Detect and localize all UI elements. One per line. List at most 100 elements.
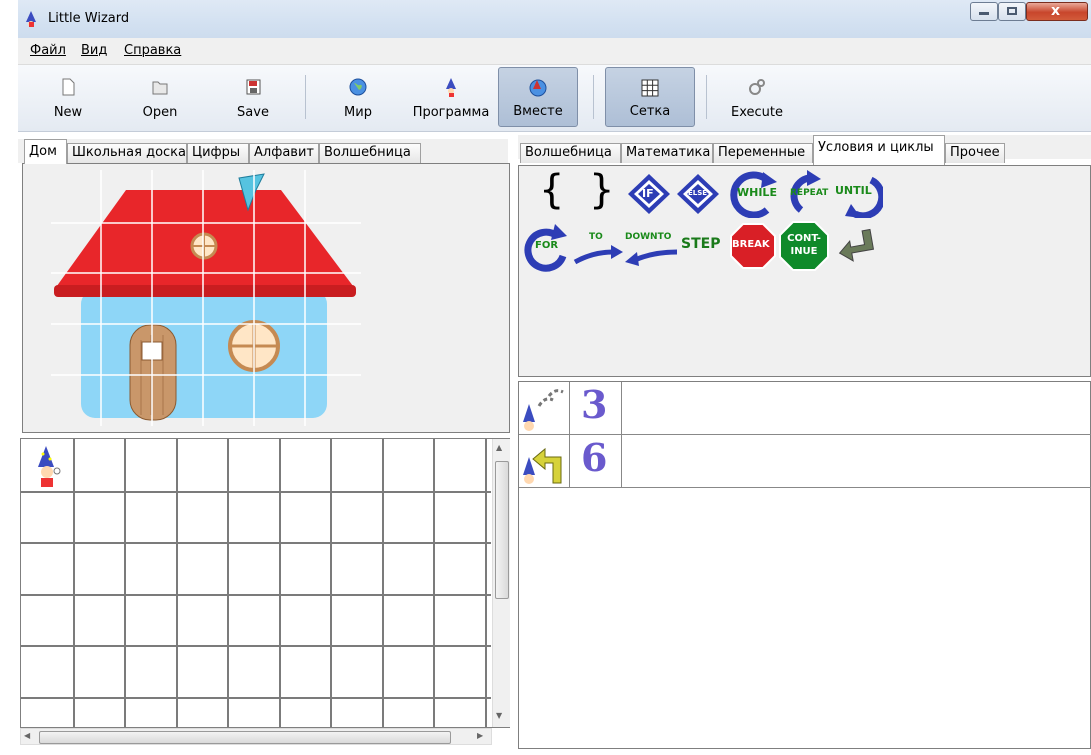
tab-sorceress-blocks[interactable]: Волшебница — [520, 143, 621, 163]
program-button[interactable]: Программа — [408, 67, 494, 127]
scroll-right-icon[interactable]: ▶ — [477, 731, 483, 740]
block-palette: { } IF ELSE WHILE REPEAT UNTIL FOR TO DO… — [518, 165, 1091, 377]
repeat-label: REPEAT — [790, 188, 829, 198]
execute-button[interactable]: Execute — [718, 67, 796, 127]
to-arrow-icon — [573, 245, 623, 265]
house-door — [129, 324, 177, 421]
grid-line-vertical — [73, 439, 75, 727]
grid-line-horizontal — [21, 645, 491, 647]
close-brace-block[interactable]: } — [589, 168, 614, 212]
return-block[interactable] — [837, 228, 877, 268]
scroll-left-icon[interactable]: ◀ — [24, 731, 30, 740]
save-label: Save — [237, 105, 269, 120]
grid-line-vertical — [227, 439, 229, 727]
while-block[interactable]: WHILE — [727, 170, 779, 219]
downto-arrow-icon — [625, 249, 678, 266]
grid-button[interactable]: Сетка — [605, 67, 695, 127]
program-row[interactable]: 3 — [519, 382, 1091, 435]
grid-line-vertical — [382, 439, 384, 727]
grid-line-horizontal — [21, 542, 491, 544]
tab-sorceress[interactable]: Волшебница — [319, 143, 421, 163]
program-editor[interactable]: 3 6 — [518, 381, 1091, 749]
while-label: WHILE — [737, 186, 777, 199]
window-title: Little Wizard — [48, 11, 130, 26]
world-view — [22, 163, 510, 433]
break-block[interactable]: BREAK — [729, 222, 777, 270]
tab-math[interactable]: Математика — [621, 143, 713, 163]
if-block[interactable]: IF — [626, 172, 672, 216]
tab-variables[interactable]: Переменные — [713, 143, 813, 163]
tab-conditions-loops[interactable]: Условия и циклы — [813, 135, 945, 165]
tab-digits[interactable]: Цифры — [187, 143, 249, 163]
tab-other[interactable]: Прочее — [945, 143, 1005, 163]
close-icon: x — [1051, 3, 1061, 19]
tab-home[interactable]: Дом — [24, 139, 67, 164]
grid-label: Сетка — [629, 104, 671, 119]
continue-block[interactable]: CONT- INUE — [778, 220, 830, 272]
grid-line-vertical — [124, 439, 126, 727]
open-label: Open — [142, 105, 178, 120]
maximize-button[interactable] — [998, 2, 1026, 21]
turn-count[interactable]: 6 — [581, 435, 607, 480]
scroll-up-icon[interactable]: ▲ — [496, 443, 502, 452]
globe-icon — [349, 78, 367, 96]
vertical-scroll-thumb[interactable] — [495, 461, 509, 599]
break-label: BREAK — [732, 239, 770, 250]
minimize-button[interactable] — [970, 2, 998, 21]
world-button[interactable]: Мир — [328, 67, 388, 127]
horizontal-scroll-thumb[interactable] — [39, 731, 451, 744]
open-button[interactable]: Open — [128, 67, 192, 127]
toolbar-separator — [305, 75, 306, 119]
right-tab-bar: Волшебница Математика Переменные Условия… — [518, 135, 1091, 165]
new-button[interactable]: New — [38, 67, 98, 127]
maximize-icon — [1007, 7, 1017, 15]
else-label: ELSE — [688, 189, 708, 197]
repeat-block[interactable]: REPEAT — [779, 170, 833, 218]
grid-line-horizontal — [21, 697, 491, 699]
save-button[interactable]: Save — [221, 67, 285, 127]
to-block[interactable]: TO — [573, 230, 623, 270]
toolbar-separator — [706, 75, 707, 119]
menu-bar: Файл Вид Справка — [18, 38, 1091, 65]
grid-icon — [641, 79, 659, 97]
together-button[interactable]: Вместе — [498, 67, 578, 127]
wizard-icon — [446, 78, 456, 97]
toolbar: New Open Save Мир Программа Вместе Сетка… — [18, 65, 1091, 132]
for-block[interactable]: FOR — [521, 222, 571, 272]
grid-line-vertical — [279, 439, 281, 727]
together-label: Вместе — [513, 104, 563, 119]
grid-line-vertical — [176, 439, 178, 727]
program-row[interactable]: 6 — [519, 435, 1091, 488]
until-block[interactable]: UNTIL — [831, 170, 886, 220]
house-picture — [51, 170, 361, 426]
toolbar-separator — [593, 75, 594, 119]
vertical-scrollbar[interactable]: ▲ ▼ — [492, 439, 510, 727]
horizontal-scrollbar[interactable]: ◀ ▶ — [20, 728, 492, 745]
minimize-icon — [979, 12, 989, 15]
menu-view[interactable]: Вид — [81, 43, 107, 58]
grid-canvas[interactable]: ▲ ▼ — [20, 438, 510, 728]
new-file-icon — [62, 78, 75, 96]
jump-count[interactable]: 3 — [581, 382, 607, 427]
tab-blackboard[interactable]: Школьная доска — [67, 143, 187, 163]
step-block[interactable]: STEP — [681, 236, 720, 252]
wizard-app-icon — [26, 11, 36, 27]
wizard-jump-icon — [523, 389, 564, 431]
menu-file[interactable]: Файл — [30, 43, 66, 58]
if-label: IF — [642, 187, 654, 200]
scroll-down-icon[interactable]: ▼ — [496, 711, 502, 720]
grid-line-horizontal — [21, 594, 491, 596]
else-block[interactable]: ELSE — [675, 172, 721, 216]
grid-line-vertical — [330, 439, 332, 727]
until-label: UNTIL — [835, 184, 872, 197]
tab-alphabet[interactable]: Алфавит — [249, 143, 319, 163]
open-brace-block[interactable]: { — [539, 168, 564, 212]
for-label: FOR — [535, 240, 559, 251]
close-button[interactable]: x — [1026, 2, 1088, 21]
downto-block[interactable]: DOWNTO — [623, 230, 679, 270]
grid-line-vertical — [485, 439, 487, 727]
menu-help[interactable]: Справка — [124, 43, 181, 58]
wizard-sprite-icon[interactable] — [33, 445, 63, 489]
gears-icon — [749, 79, 765, 95]
world-label: Мир — [344, 105, 372, 120]
